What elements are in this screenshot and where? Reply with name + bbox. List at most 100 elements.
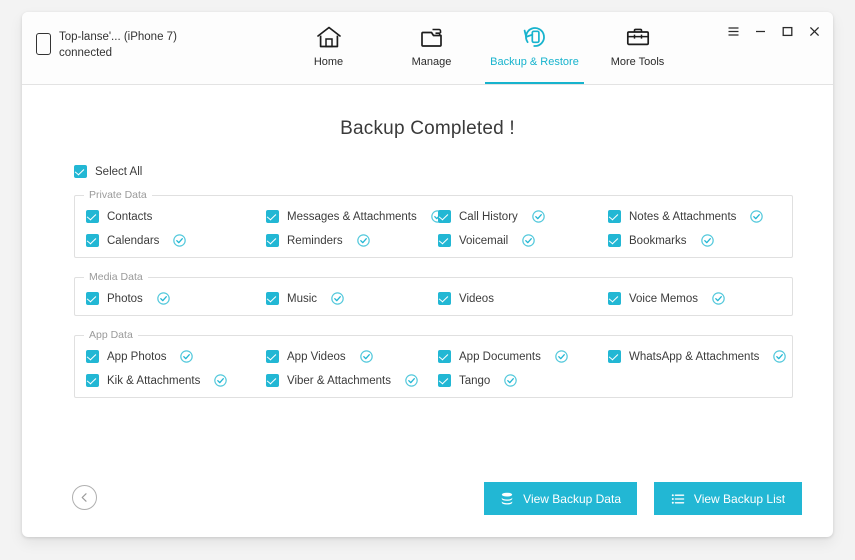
list-item[interactable]: Bookmarks bbox=[608, 234, 792, 247]
list-item[interactable]: Voice Memos bbox=[608, 292, 792, 305]
checkbox-box bbox=[266, 234, 279, 247]
minimize-icon[interactable] bbox=[753, 24, 767, 38]
item-label: Calendars bbox=[107, 234, 160, 247]
check-circle-icon bbox=[214, 374, 228, 387]
check-circle-icon bbox=[359, 350, 373, 363]
item-label: App Videos bbox=[287, 350, 346, 363]
checkbox-box bbox=[86, 374, 99, 387]
item-label: Music bbox=[287, 292, 318, 305]
list-item[interactable]: Photos bbox=[86, 292, 266, 305]
device-status: connected bbox=[59, 46, 113, 59]
nav-label-home: Home bbox=[313, 56, 344, 68]
list-item[interactable]: WhatsApp & Attachments bbox=[608, 350, 792, 363]
check-circle-icon bbox=[504, 374, 518, 387]
list-item[interactable]: Call History bbox=[438, 210, 608, 223]
list-item[interactable]: Videos bbox=[438, 292, 608, 305]
close-icon[interactable] bbox=[807, 24, 821, 38]
checkbox-box bbox=[438, 292, 451, 305]
check-circle-icon bbox=[331, 292, 344, 305]
item-label: Photos bbox=[107, 292, 143, 305]
device-name: Top-lanse'... (iPhone 7) bbox=[59, 31, 177, 43]
list-item[interactable]: App Photos bbox=[86, 350, 266, 363]
button-label: View Backup Data bbox=[523, 491, 621, 506]
check-circle-icon bbox=[555, 350, 568, 363]
check-circle-icon bbox=[712, 292, 725, 305]
check-circle-icon bbox=[700, 234, 714, 247]
checkbox-box bbox=[86, 210, 99, 223]
list-item[interactable]: Voicemail bbox=[438, 234, 608, 247]
item-label: Reminders bbox=[287, 234, 343, 247]
item-label: App Photos bbox=[107, 350, 167, 363]
checkbox-box bbox=[438, 210, 451, 223]
list-item[interactable]: Reminders bbox=[266, 234, 438, 247]
footer-actions: View Backup Data View Backup List bbox=[484, 482, 802, 515]
checkbox-box bbox=[266, 374, 279, 387]
item-label: Bookmarks bbox=[629, 234, 687, 247]
checkbox-box bbox=[86, 350, 99, 363]
checkbox-box bbox=[608, 350, 621, 363]
check-circle-icon bbox=[157, 292, 170, 305]
nav-item-home[interactable]: Home bbox=[277, 12, 380, 84]
folder-icon bbox=[419, 23, 445, 51]
checkbox-box bbox=[74, 165, 87, 178]
list-item[interactable]: App Videos bbox=[266, 350, 438, 363]
window-controls bbox=[726, 24, 821, 38]
item-label: Contacts bbox=[107, 210, 153, 223]
checkbox-box bbox=[608, 234, 621, 247]
nav-item-backup-restore[interactable]: Backup & Restore bbox=[483, 12, 586, 84]
list-item[interactable]: Contacts bbox=[86, 210, 266, 223]
group-media-data: Media Data Photos Music Videos Voice Mem… bbox=[74, 271, 793, 316]
list-item[interactable]: Messages & Attachments bbox=[266, 210, 444, 223]
item-label: Viber & Attachments bbox=[287, 374, 391, 387]
group-legend: Private Data bbox=[89, 189, 147, 201]
titlebar: Top-lanse'... (iPhone 7) connected Home bbox=[22, 12, 833, 85]
list-item[interactable]: Viber & Attachments bbox=[266, 374, 438, 387]
content-area: Backup Completed ! Select All Private Da… bbox=[22, 85, 833, 537]
list-item[interactable]: Notes & Attachments bbox=[608, 210, 792, 223]
group-items: App Photos App Videos App Documents What… bbox=[75, 348, 792, 387]
data-groups: Private Data Contacts Messages & Attachm… bbox=[74, 189, 793, 411]
checkbox-box bbox=[266, 292, 279, 305]
view-backup-list-button[interactable]: View Backup List bbox=[654, 482, 802, 515]
list-icon bbox=[671, 492, 685, 506]
nav-label-more-tools: More Tools bbox=[610, 56, 665, 68]
group-items: Photos Music Videos Voice Memos bbox=[75, 290, 792, 305]
group-legend: Media Data bbox=[89, 271, 143, 283]
checkbox-box bbox=[266, 210, 279, 223]
list-item[interactable]: Music bbox=[266, 292, 438, 305]
view-backup-data-button[interactable]: View Backup Data bbox=[484, 482, 637, 515]
checkbox-box bbox=[608, 292, 621, 305]
list-item[interactable]: Kik & Attachments bbox=[86, 374, 266, 387]
group-items: Contacts Messages & Attachments Call His… bbox=[75, 208, 792, 247]
checkbox-box bbox=[438, 350, 451, 363]
group-legend: App Data bbox=[89, 329, 133, 341]
list-item[interactable]: Tango bbox=[438, 374, 608, 387]
item-label: Messages & Attachments bbox=[287, 210, 417, 223]
nav-item-manage[interactable]: Manage bbox=[380, 12, 483, 84]
item-label: WhatsApp & Attachments bbox=[629, 350, 760, 363]
toolbox-icon bbox=[625, 23, 651, 51]
checkbox-box bbox=[86, 292, 99, 305]
backup-restore-icon bbox=[521, 23, 549, 51]
check-circle-icon bbox=[773, 350, 787, 363]
checkbox-box bbox=[86, 234, 99, 247]
check-circle-icon bbox=[532, 210, 545, 223]
nav-label-manage: Manage bbox=[411, 56, 452, 68]
list-item[interactable]: Calendars bbox=[86, 234, 266, 247]
item-label: Voicemail bbox=[459, 234, 509, 247]
menu-icon[interactable] bbox=[726, 24, 740, 38]
home-icon bbox=[316, 23, 342, 51]
item-label: Kik & Attachments bbox=[107, 374, 201, 387]
back-button[interactable] bbox=[72, 485, 97, 510]
maximize-icon[interactable] bbox=[780, 24, 794, 38]
phone-icon bbox=[36, 33, 51, 55]
list-item[interactable]: App Documents bbox=[438, 350, 608, 363]
nav-item-more-tools[interactable]: More Tools bbox=[586, 12, 689, 84]
main-nav: Home Manage Backup & Restore More Tools bbox=[277, 12, 689, 84]
check-circle-icon bbox=[356, 234, 370, 247]
database-icon bbox=[500, 492, 514, 506]
button-label: View Backup List bbox=[693, 491, 786, 506]
select-all-checkbox[interactable]: Select All bbox=[74, 165, 142, 178]
item-label: App Documents bbox=[459, 350, 541, 363]
check-circle-icon bbox=[750, 210, 764, 223]
